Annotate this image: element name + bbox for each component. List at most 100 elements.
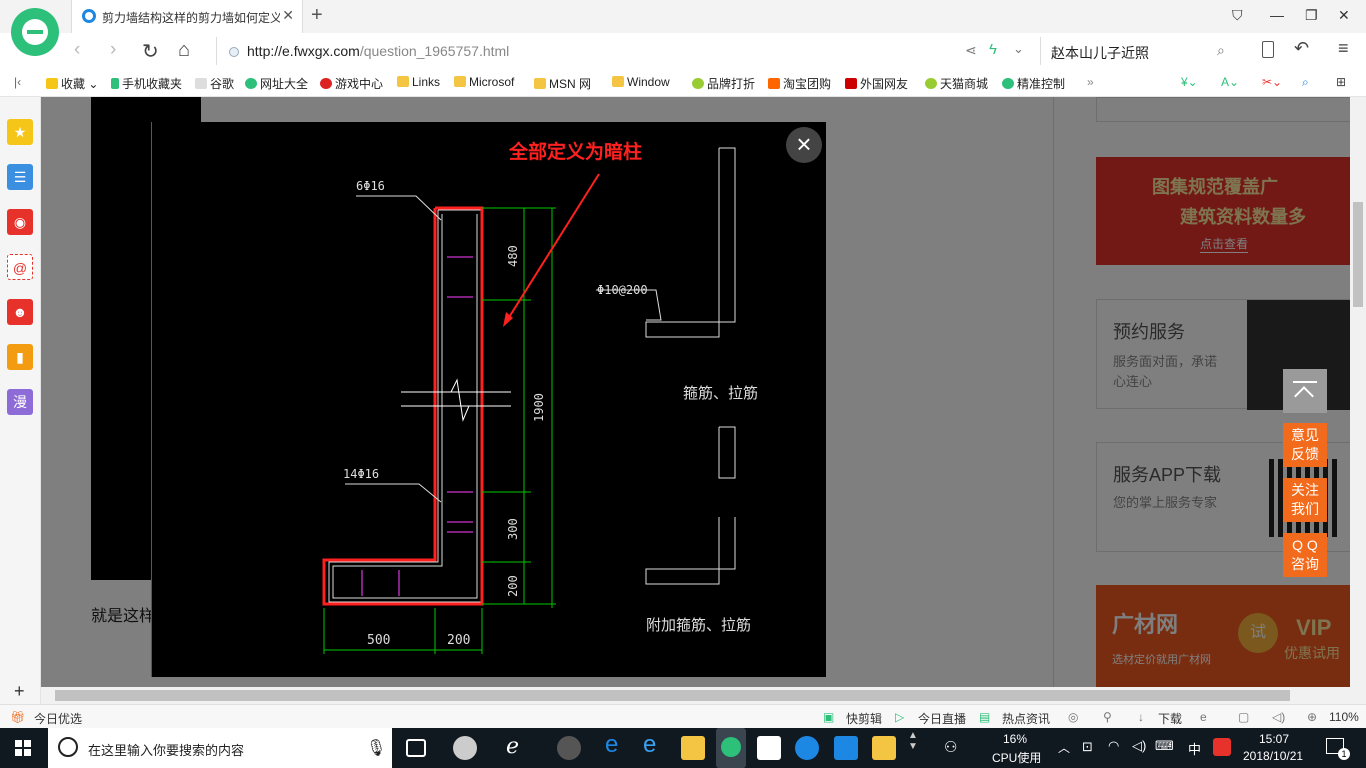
bookmark-favorites[interactable]: 收藏 ⌄ bbox=[46, 75, 98, 92]
weibo-icon[interactable]: ◉ bbox=[7, 209, 33, 235]
zoom-icon[interactable]: ⊕ bbox=[1307, 710, 1317, 724]
status-download[interactable]: 下载 bbox=[1158, 710, 1182, 727]
forward-button[interactable]: › bbox=[110, 39, 116, 61]
cpu-label: CPU使用 bbox=[992, 751, 1042, 765]
bookmark-hao[interactable]: 网址大全 bbox=[245, 75, 308, 92]
vertical-scroll-thumb[interactable] bbox=[1353, 202, 1363, 307]
status-today-pick[interactable]: 今日优选 bbox=[34, 710, 82, 727]
tray-network-icon[interactable]: ⊡ bbox=[1082, 739, 1093, 755]
zoom-level[interactable]: 110% bbox=[1329, 710, 1359, 724]
bookmark-msn[interactable]: MSN 网 bbox=[534, 75, 591, 92]
notes-app-icon[interactable] bbox=[872, 736, 896, 760]
mail-app-icon[interactable] bbox=[757, 736, 781, 760]
more-bookmarks-icon[interactable]: » bbox=[1087, 75, 1094, 89]
lightning-icon[interactable]: ϟ bbox=[989, 41, 997, 58]
pin-icon[interactable]: ⚲ bbox=[1103, 710, 1112, 724]
reload-button[interactable]: ↻ bbox=[142, 39, 159, 64]
add-sidebar-button[interactable]: + bbox=[14, 681, 25, 702]
status-live[interactable]: 今日直播 bbox=[918, 710, 966, 727]
mail-icon[interactable]: @ bbox=[7, 254, 33, 280]
ie-mode-icon[interactable]: e bbox=[1200, 710, 1207, 724]
undo-icon[interactable]: ↶ bbox=[1294, 38, 1309, 59]
qq-consult-button[interactable]: Q Q 咨询 bbox=[1283, 533, 1327, 577]
search-icon[interactable]: ⌕ bbox=[1217, 42, 1225, 59]
comic-icon[interactable]: 漫 bbox=[7, 389, 33, 415]
sogou-icon[interactable] bbox=[1213, 738, 1231, 756]
bookmark-mobile[interactable]: 手机收藏夹 bbox=[111, 75, 182, 92]
bookmark-precise[interactable]: 精准控制 bbox=[1002, 75, 1065, 92]
bookmark-taobao[interactable]: 淘宝团购 bbox=[768, 75, 831, 92]
plus-app-icon[interactable] bbox=[834, 736, 858, 760]
microphone-icon[interactable]: 🎙︎ bbox=[366, 738, 386, 758]
feedback-button[interactable]: 意见 反馈 bbox=[1283, 423, 1327, 467]
browser-logo-icon[interactable] bbox=[11, 8, 59, 56]
file-explorer-icon[interactable] bbox=[681, 736, 705, 760]
bookmark-links[interactable]: Links bbox=[397, 75, 440, 89]
back-to-top-button[interactable] bbox=[1283, 369, 1327, 413]
address-bar[interactable]: http://e.fwxgx.com/question_1965757.html… bbox=[216, 37, 1036, 65]
book-icon[interactable]: ▮ bbox=[7, 344, 33, 370]
wifi-icon[interactable]: ◠ bbox=[1108, 738, 1119, 754]
browser-taskbar-active[interactable] bbox=[716, 728, 746, 768]
taskbar-search[interactable]: 在这里输入你要搜索的内容 🎙︎ bbox=[48, 728, 392, 768]
window-icon[interactable]: ▢ bbox=[1238, 710, 1249, 724]
minimize-button[interactable]: — bbox=[1270, 7, 1284, 23]
bookmark-game[interactable]: 游戏中心 bbox=[320, 75, 383, 92]
status-hot-news[interactable]: 热点资讯 bbox=[1002, 710, 1050, 727]
fan-app-icon[interactable] bbox=[453, 736, 477, 760]
tray-up-icon[interactable]: ︿ bbox=[1058, 739, 1070, 756]
mobile-icon[interactable] bbox=[1262, 41, 1274, 58]
status-quick-clip[interactable]: 快剪辑 bbox=[846, 710, 882, 727]
bookmark-brand[interactable]: 品牌打折 bbox=[692, 75, 755, 92]
bookmark-foreign[interactable]: 外国网友 bbox=[845, 75, 908, 92]
news-icon[interactable]: ☰ bbox=[7, 164, 33, 190]
back-button[interactable]: ‹ bbox=[74, 39, 80, 61]
apps-grid-icon[interactable]: ⊞ bbox=[1336, 75, 1346, 89]
maximize-button[interactable]: ❐ bbox=[1305, 7, 1318, 24]
translate-icon[interactable]: A⌄ bbox=[1221, 75, 1239, 89]
edge-icon[interactable]: e bbox=[605, 731, 629, 758]
tab-close-icon[interactable]: ✕ bbox=[282, 7, 294, 24]
bookmark-tmall[interactable]: 天猫商城 bbox=[925, 75, 988, 92]
keyboard-icon[interactable]: ⌨ bbox=[1155, 738, 1174, 754]
follow-button[interactable]: 关注 我们 bbox=[1283, 478, 1327, 522]
windows-start-icon[interactable] bbox=[15, 740, 31, 756]
vertical-scrollbar[interactable] bbox=[1350, 97, 1366, 687]
speed-icon[interactable]: ◎ bbox=[1068, 710, 1078, 724]
task-view-icon[interactable] bbox=[406, 739, 426, 757]
bookmark-google[interactable]: 谷歌 bbox=[195, 75, 234, 92]
active-tab[interactable]: 剪力墙结构这样的剪力墙如何定义 ✕ bbox=[71, 0, 303, 33]
home-button[interactable]: ⌂ bbox=[178, 39, 190, 62]
bookmark-windows[interactable]: Window bbox=[612, 75, 670, 89]
magnifier-icon[interactable]: ⌕ bbox=[1302, 75, 1309, 90]
menu-icon[interactable]: ≡ bbox=[1338, 38, 1349, 59]
yen-icon[interactable]: ¥⌄ bbox=[1181, 75, 1198, 89]
mute-icon[interactable]: ◁) bbox=[1272, 710, 1285, 724]
horizontal-scroll-thumb[interactable] bbox=[55, 690, 1290, 701]
search-box[interactable]: 赵本山儿子近照 ⌕ bbox=[1040, 37, 1240, 65]
scissors-icon[interactable]: ✂⌄ bbox=[1262, 75, 1282, 89]
live-icon: ▷ bbox=[895, 710, 905, 724]
input-language[interactable]: 中 bbox=[1188, 739, 1201, 758]
g-app-icon[interactable] bbox=[795, 736, 819, 760]
collapse-sidebar-icon[interactable]: |‹ bbox=[14, 75, 21, 89]
clock-time[interactable]: 15:07 bbox=[1259, 732, 1289, 746]
horizontal-scrollbar[interactable] bbox=[41, 687, 1366, 704]
share-icon[interactable]: ⋖ bbox=[965, 42, 977, 59]
volume-icon[interactable]: ◁) bbox=[1132, 738, 1146, 754]
star-icon[interactable]: ★ bbox=[7, 119, 33, 145]
people-icon[interactable]: ⚇ bbox=[944, 738, 957, 756]
tray-expand-icon[interactable]: ▲ ▼ bbox=[908, 730, 918, 752]
close-window-button[interactable]: ✕ bbox=[1338, 7, 1350, 24]
game-icon[interactable]: ☻ bbox=[7, 299, 33, 325]
clock-date[interactable]: 2018/10/21 bbox=[1243, 749, 1303, 763]
chevron-down-icon[interactable]: ⌄ bbox=[1013, 41, 1024, 57]
lightbox-close-button[interactable]: × bbox=[786, 127, 822, 163]
ie-icon[interactable]: e bbox=[643, 731, 667, 758]
new-tab-button[interactable]: + bbox=[311, 4, 323, 27]
edge-legacy-icon[interactable]: ℯ bbox=[506, 733, 530, 758]
skin-icon[interactable]: ⛉ bbox=[1232, 7, 1243, 24]
app-icon[interactable] bbox=[557, 736, 581, 760]
bookmark-microsoft[interactable]: Microsof bbox=[454, 75, 514, 89]
gift-icon[interactable]: 🎁︎ bbox=[10, 710, 25, 724]
